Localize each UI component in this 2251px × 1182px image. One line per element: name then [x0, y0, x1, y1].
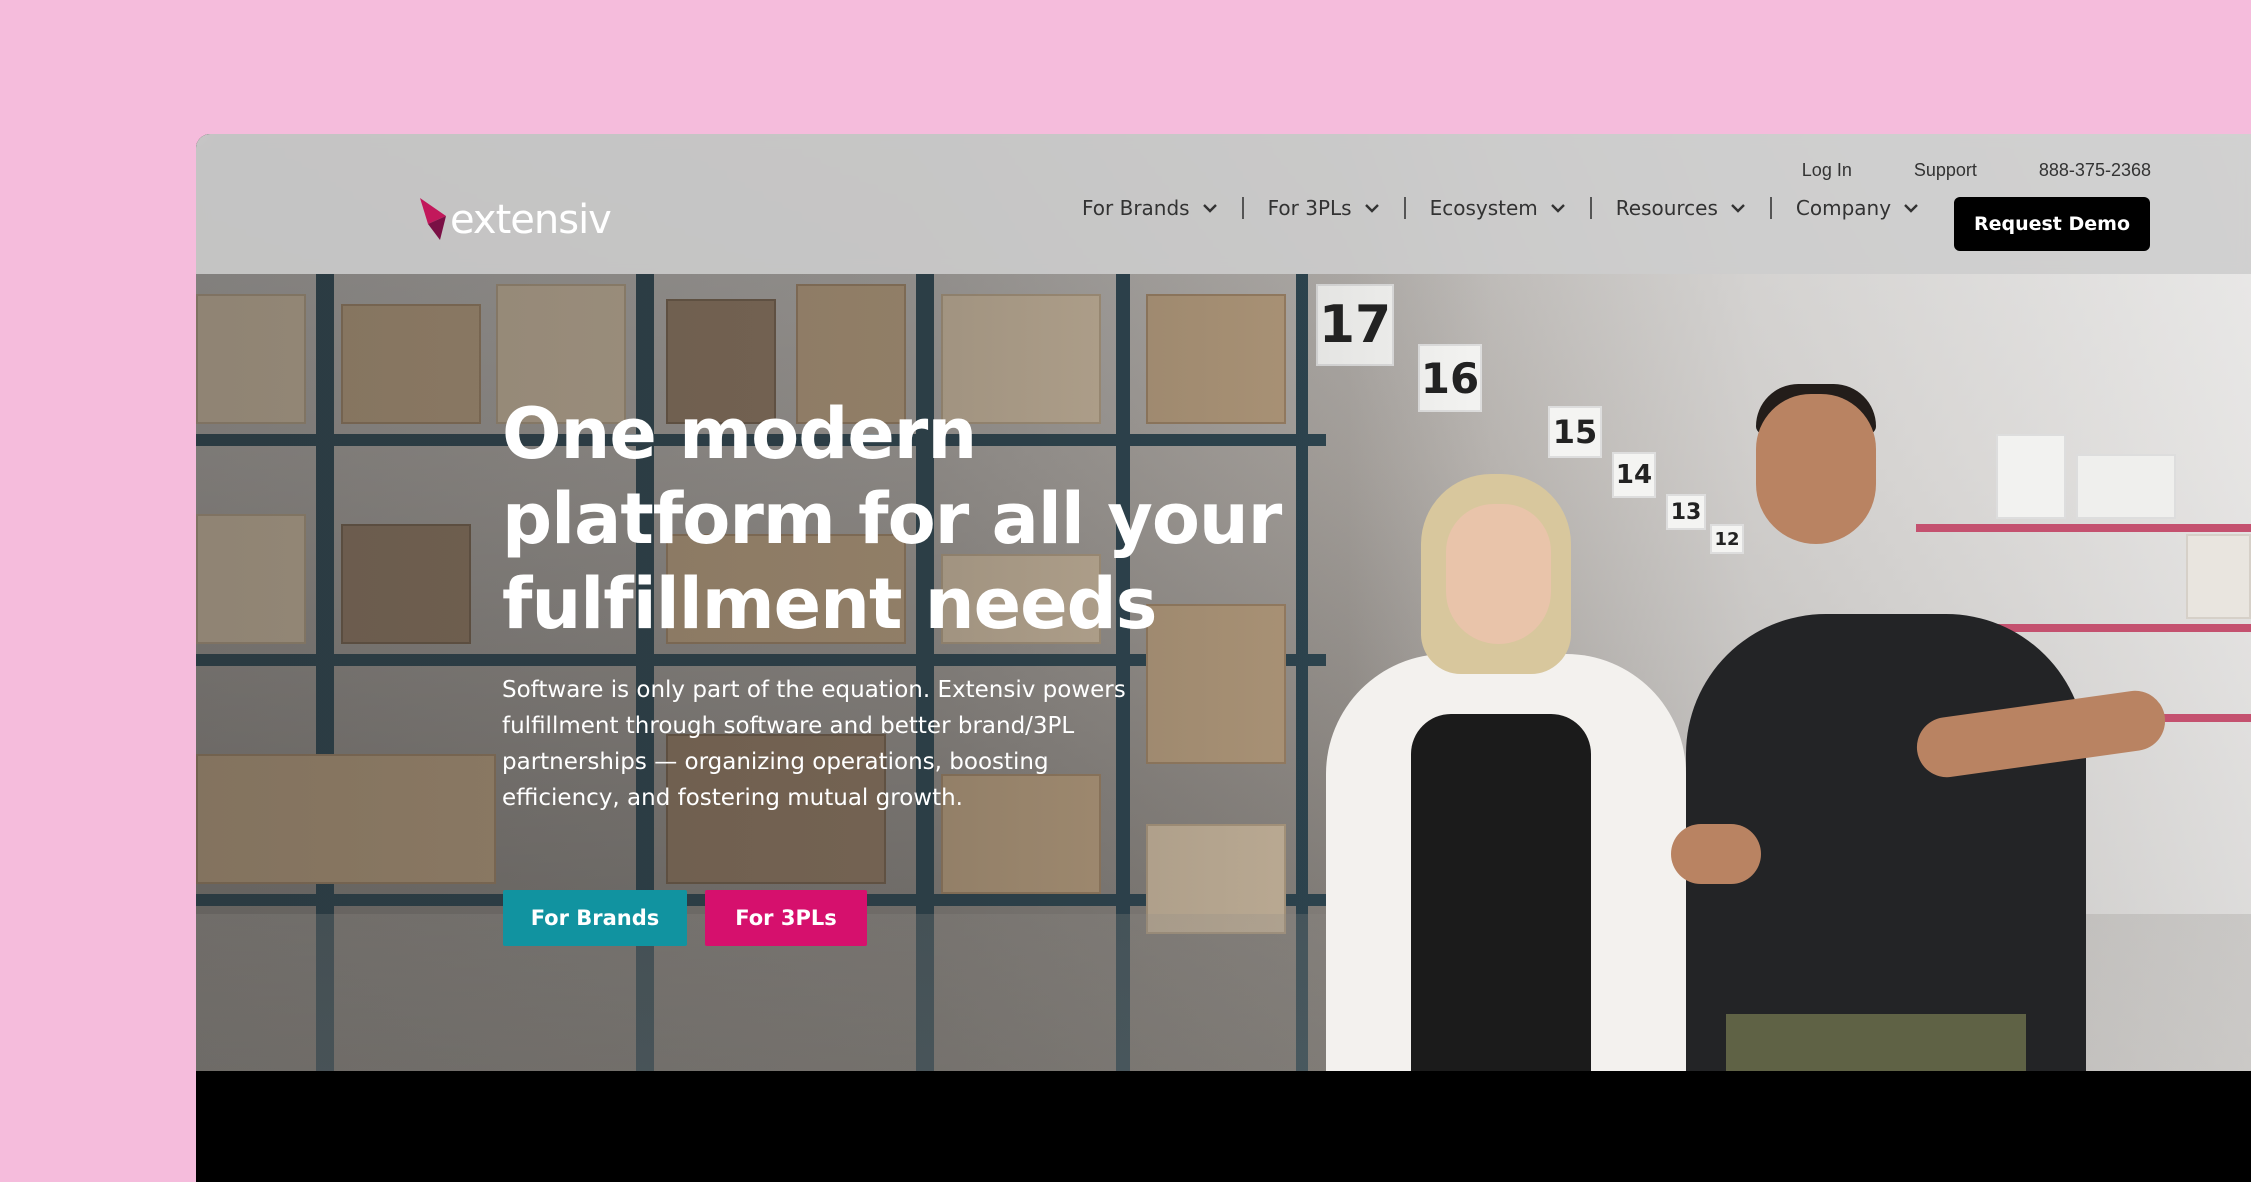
nav-divider [1589, 197, 1592, 219]
site-header: extensiv Log In Support 888-375-2368 For… [196, 134, 2251, 274]
for-3pls-button[interactable]: For 3PLs [705, 890, 867, 946]
aisle-sign: 12 [1710, 524, 1744, 554]
phone-number-link[interactable]: 888-375-2368 [2039, 160, 2151, 181]
nav-divider [1403, 197, 1406, 219]
extensiv-logo[interactable]: extensiv [418, 197, 612, 243]
main-nav: For Brands For 3PLs Ecosystem Resources … [1082, 196, 1919, 220]
nav-item-label: Resources [1615, 196, 1718, 220]
hero-subcopy: Software is only part of the equation. E… [502, 677, 1126, 811]
aisle-sign: 15 [1548, 406, 1602, 458]
nav-item-company[interactable]: Company [1796, 196, 1919, 220]
nav-item-ecosystem[interactable]: Ecosystem [1430, 196, 1566, 220]
nav-item-label: Company [1795, 196, 1892, 220]
logo-text: extensiv [450, 197, 612, 243]
nav-item-for-3pls[interactable]: For 3PLs [1268, 196, 1380, 220]
hero-headline: One modern platform for all your fulfill… [502, 393, 1282, 645]
utility-links: Log In Support 888-375-2368 [1740, 160, 2151, 181]
chevron-down-icon [1904, 204, 1918, 213]
nav-item-label: For Brands [1082, 196, 1190, 220]
chevron-down-icon [1550, 204, 1565, 213]
next-section-band [196, 1071, 2251, 1182]
nav-item-label: For 3PLs [1267, 196, 1352, 220]
aisle-sign: 14 [1612, 452, 1656, 498]
browser-viewport: 17 16 15 14 13 12 extensiv Log In Sup [196, 134, 2251, 1182]
request-demo-button[interactable]: Request Demo [1954, 197, 2150, 251]
aisle-sign: 13 [1666, 494, 1706, 530]
nav-divider [1241, 197, 1244, 219]
nav-item-resources[interactable]: Resources [1616, 196, 1746, 220]
nav-item-label: Ecosystem [1429, 196, 1538, 220]
nav-divider [1769, 197, 1772, 219]
chevron-down-icon [1731, 204, 1745, 213]
chevron-down-icon [1364, 204, 1379, 213]
nav-item-for-brands[interactable]: For Brands [1082, 196, 1218, 220]
support-link[interactable]: Support [1914, 160, 1977, 181]
logo-mark-icon [420, 198, 446, 240]
chevron-down-icon [1202, 204, 1217, 213]
login-link[interactable]: Log In [1802, 160, 1852, 181]
for-brands-button[interactable]: For Brands [503, 890, 687, 946]
